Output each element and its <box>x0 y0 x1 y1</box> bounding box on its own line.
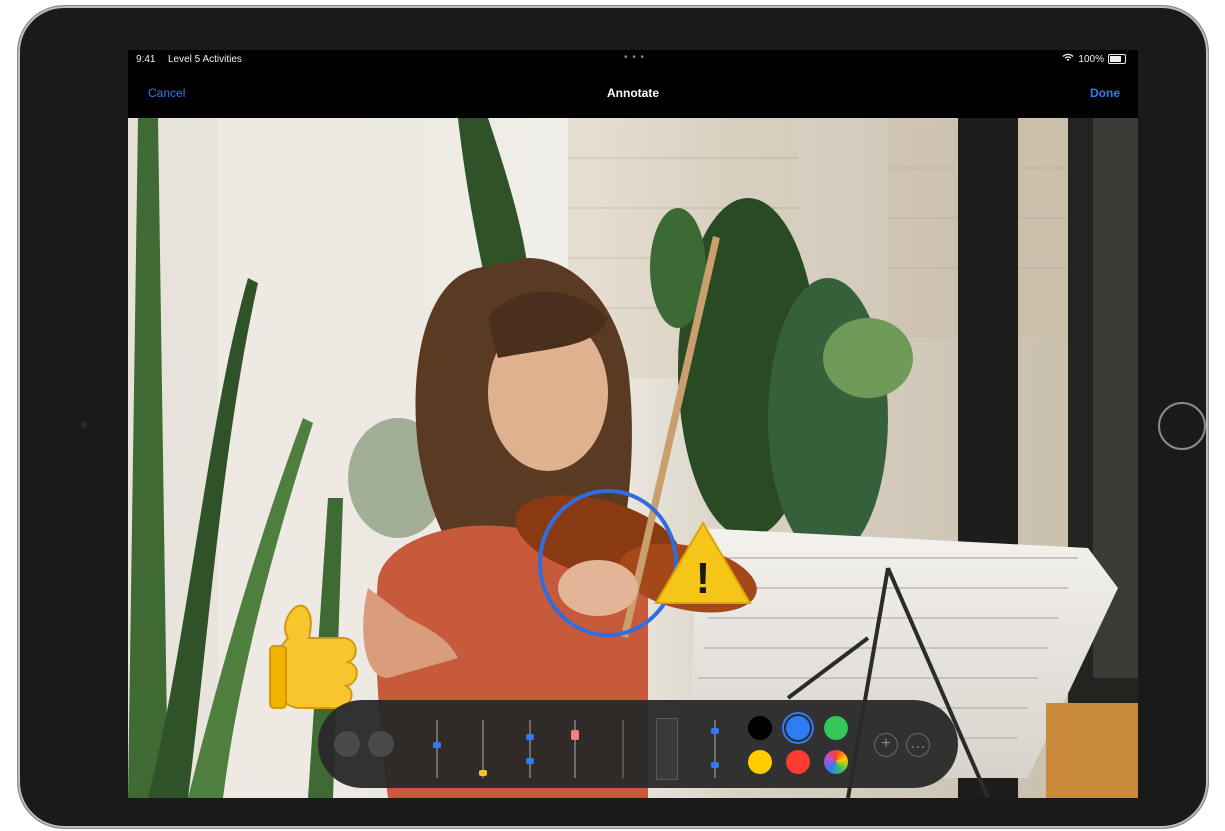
color-yellow-swatch[interactable] <box>748 750 772 774</box>
annotated-photo[interactable]: ! <box>128 118 1138 798</box>
photo-canvas: ! <box>128 118 1138 798</box>
status-time: 9:41 <box>136 54 156 65</box>
markup-toolbar: + … <box>318 700 958 788</box>
color-green-swatch[interactable] <box>824 716 848 740</box>
eraser-tool[interactable] <box>570 712 580 778</box>
multitasking-dots[interactable]: • • • <box>624 52 645 63</box>
color-red-swatch[interactable] <box>786 750 810 774</box>
status-bar: 9:41 Level 5 Activities • • • 100% <box>128 50 1138 70</box>
ruler-tool[interactable] <box>656 718 678 780</box>
wifi-icon <box>1062 53 1074 65</box>
ipad-frame: 9:41 Level 5 Activities • • • 100% Cance… <box>18 6 1208 828</box>
status-right: 100% <box>1062 53 1126 65</box>
screen: 9:41 Level 5 Activities • • • 100% Cance… <box>128 50 1138 798</box>
done-button[interactable]: Done <box>1090 86 1120 100</box>
undo-button[interactable] <box>334 731 360 757</box>
color-picker-swatch[interactable] <box>824 750 848 774</box>
status-carrier: Level 5 Activities <box>168 54 242 65</box>
lasso-tool[interactable] <box>618 712 628 778</box>
color-black-swatch[interactable] <box>748 716 772 740</box>
pen-tool[interactable] <box>432 712 442 778</box>
front-camera <box>81 422 87 428</box>
home-button[interactable] <box>1158 402 1206 450</box>
pen-tool-2[interactable] <box>710 712 720 778</box>
pencil-tool[interactable] <box>525 712 535 778</box>
marker-tool[interactable] <box>478 712 488 778</box>
color-blue-swatch[interactable] <box>786 716 810 740</box>
add-icon[interactable]: + <box>874 733 898 757</box>
nav-bar: Cancel Annotate Done <box>128 78 1138 114</box>
warning-exclamation: ! <box>696 554 711 603</box>
battery-icon <box>1108 54 1126 64</box>
page-title: Annotate <box>607 86 659 100</box>
battery-percent: 100% <box>1078 53 1104 65</box>
redo-button[interactable] <box>368 731 394 757</box>
more-icon[interactable]: … <box>906 733 930 757</box>
